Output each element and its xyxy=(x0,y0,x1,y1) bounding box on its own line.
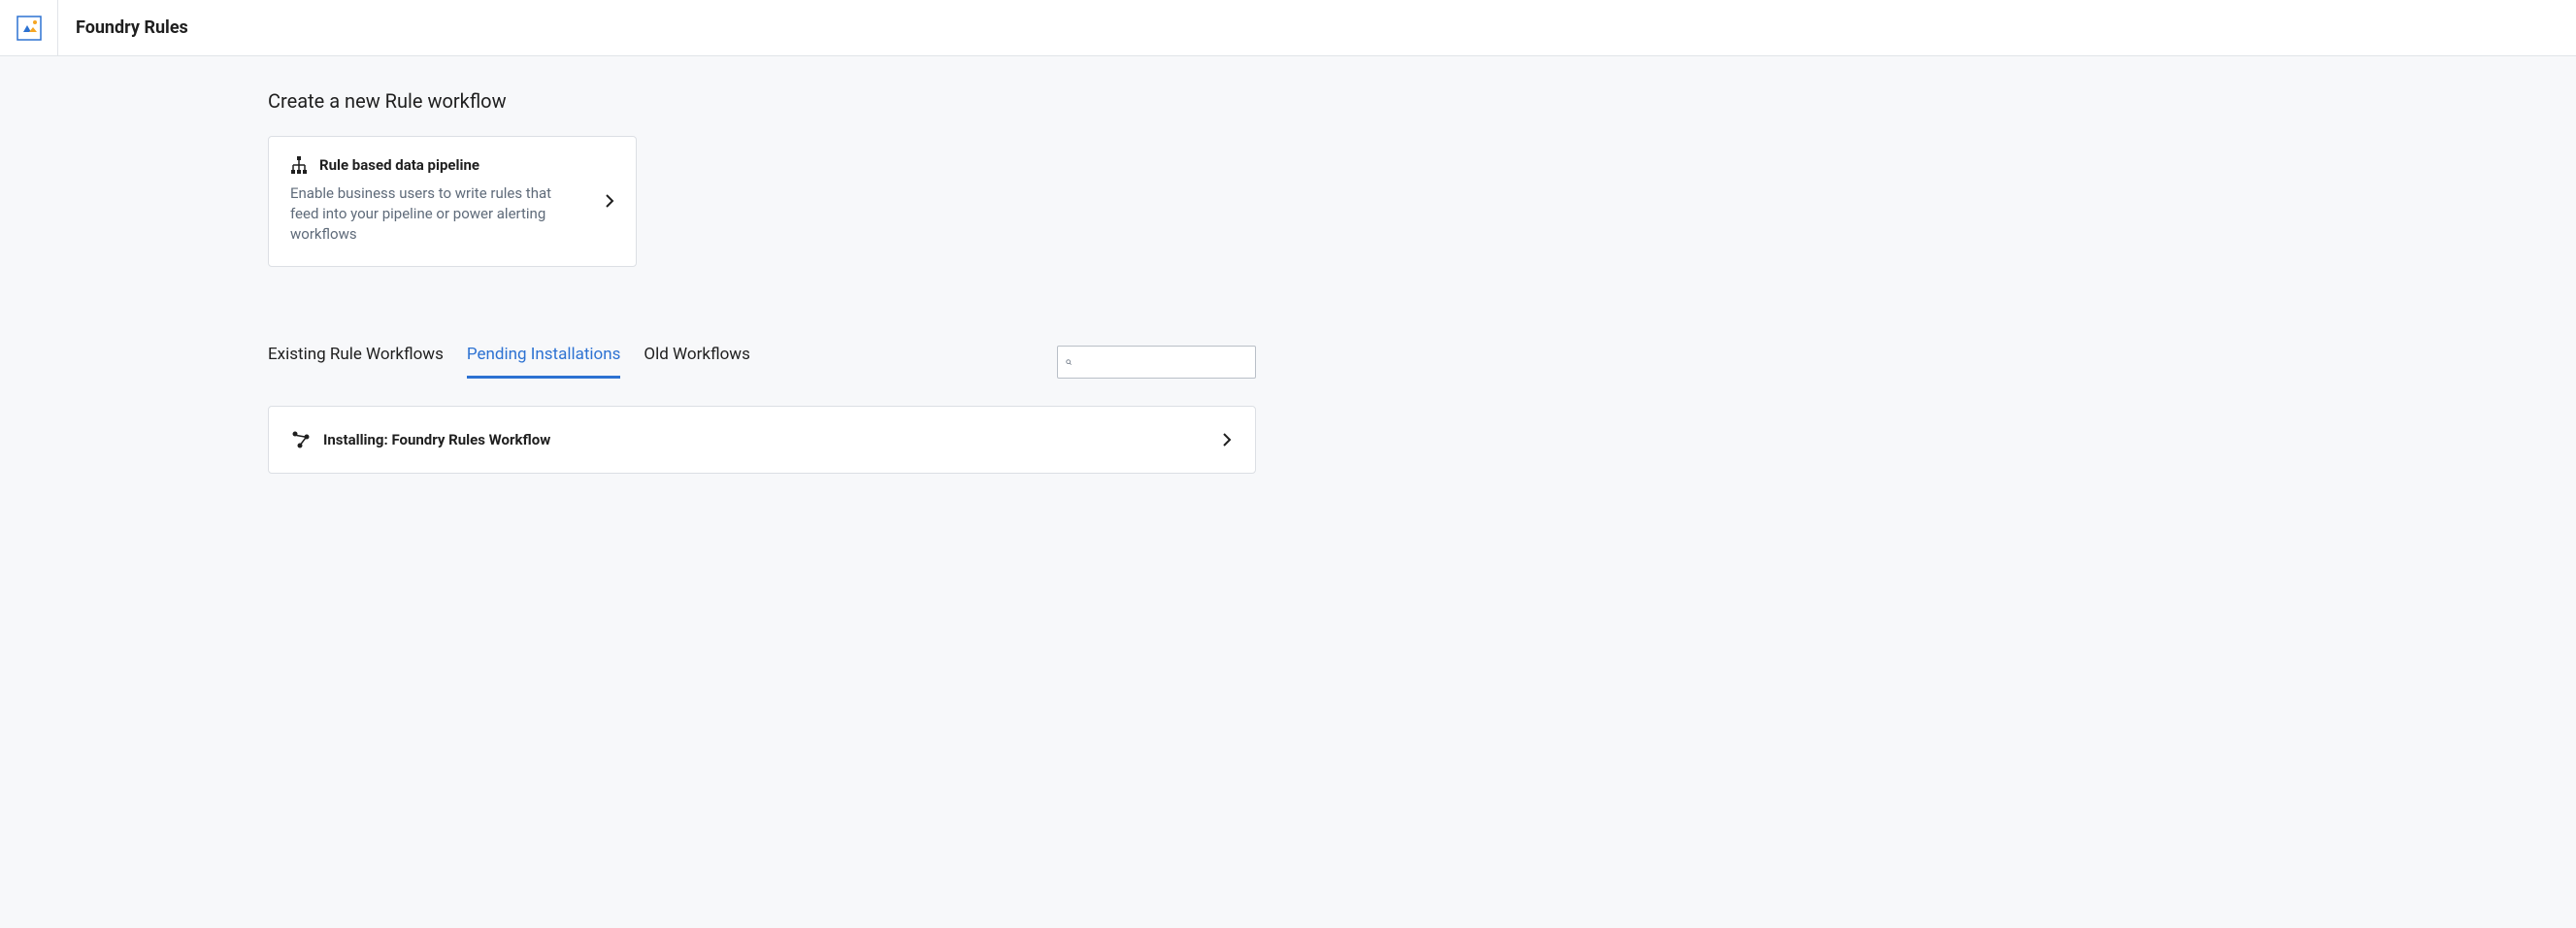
tabs-row: Existing Rule Workflows Pending Installa… xyxy=(268,345,1256,379)
app-header: Foundry Rules xyxy=(0,0,2576,56)
chevron-right-icon xyxy=(605,193,614,209)
installing-icon xyxy=(292,431,310,448)
app-title: Foundry Rules xyxy=(58,17,188,38)
tab-pending-installations[interactable]: Pending Installations xyxy=(467,345,621,379)
card-description: Enable business users to write rules tha… xyxy=(290,183,572,245)
card-title: Rule based data pipeline xyxy=(319,156,479,174)
chevron-right-icon xyxy=(1222,432,1232,447)
card-body: Rule based data pipeline Enable business… xyxy=(290,156,591,245)
pipeline-icon xyxy=(290,156,308,174)
card-title-row: Rule based data pipeline xyxy=(290,156,591,174)
main-content: Create a new Rule workflow Rule based da… xyxy=(268,56,1297,474)
tabs: Existing Rule Workflows Pending Installa… xyxy=(268,345,750,379)
app-logo-wrap xyxy=(0,0,58,56)
search-input[interactable] xyxy=(1072,354,1247,370)
tab-existing-workflows[interactable]: Existing Rule Workflows xyxy=(268,345,444,379)
search-input-wrap[interactable] xyxy=(1057,346,1256,379)
create-rule-pipeline-card[interactable]: Rule based data pipeline Enable business… xyxy=(268,136,637,267)
tab-old-workflows[interactable]: Old Workflows xyxy=(644,345,749,379)
create-section-heading: Create a new Rule workflow xyxy=(268,89,1297,113)
installing-label: Installing: Foundry Rules Workflow xyxy=(323,431,550,448)
app-logo-icon xyxy=(17,16,42,41)
installing-workflow-row[interactable]: Installing: Foundry Rules Workflow xyxy=(268,406,1256,474)
